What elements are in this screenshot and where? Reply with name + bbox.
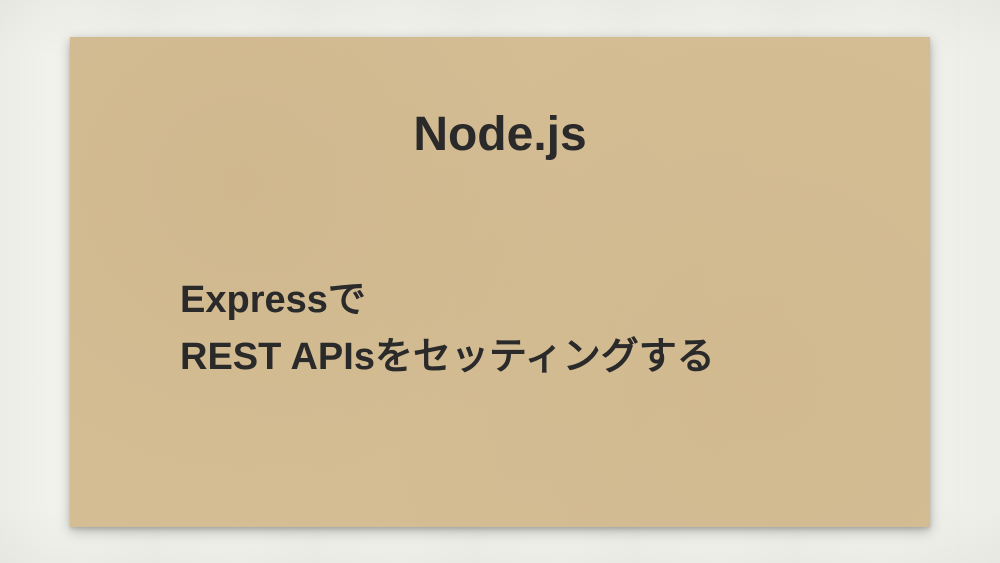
slide-title: Node.js (150, 107, 850, 162)
slide-subtitle: Expressで REST APIsをセッティングする (150, 272, 850, 386)
subtitle-line-2: REST APIsをセッティングする (180, 329, 850, 386)
slide-card: Node.js Expressで REST APIsをセッティングする (70, 37, 930, 527)
subtitle-line-1: Expressで (180, 272, 850, 329)
